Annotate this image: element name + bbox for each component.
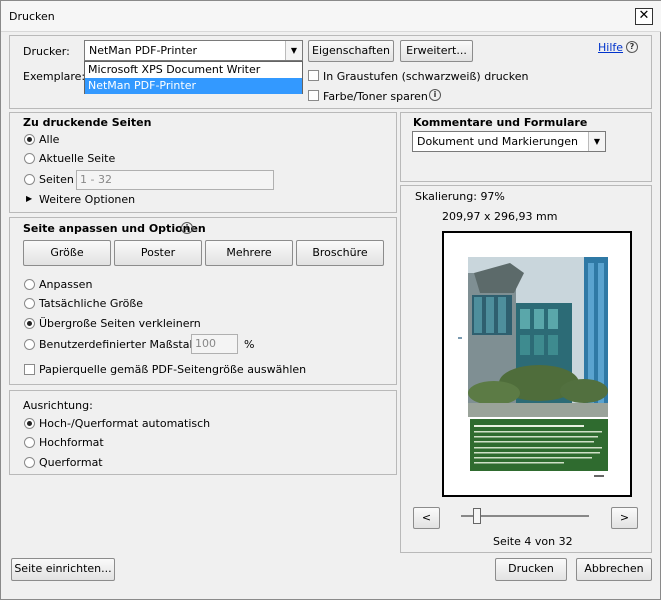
landscape-label: Querformat: [39, 456, 103, 469]
page-dimensions: 209,97 x 296,93 mm: [442, 210, 558, 223]
scale-label: Skalierung: 97%: [415, 190, 505, 203]
page-slider-thumb[interactable]: [473, 508, 481, 524]
title-bar: Drucken ✕: [1, 1, 661, 32]
all-pages-label: Alle: [39, 133, 60, 146]
orientation-heading: Ausrichtung:: [23, 399, 93, 412]
close-icon: ✕: [638, 8, 650, 23]
size-tab[interactable]: Größe: [23, 240, 111, 266]
close-button[interactable]: ✕: [635, 8, 653, 25]
comments-value: Dokument und Markierungen: [417, 135, 579, 148]
copies-label: Exemplare:: [23, 70, 86, 83]
page-range-radio[interactable]: [24, 174, 35, 185]
percent-label: %: [244, 338, 255, 351]
landscape-radio[interactable]: [24, 457, 35, 468]
current-page-label: Aktuelle Seite: [39, 152, 116, 165]
poster-tab[interactable]: Poster: [114, 240, 202, 266]
auto-orientation-label: Hoch-/Querformat automatisch: [39, 417, 211, 430]
fit-info-icon[interactable]: i: [181, 222, 193, 234]
expand-triangle-icon[interactable]: ▶: [26, 194, 32, 203]
paper-source-checkbox[interactable]: [24, 364, 35, 375]
window-title: Drucken: [9, 10, 55, 23]
printer-option-netman[interactable]: NetMan PDF-Printer: [85, 78, 302, 94]
fit-heading: Seite anpassen und Optionen: [23, 222, 206, 235]
current-page-radio[interactable]: [24, 153, 35, 164]
previous-page-button[interactable]: <: [413, 507, 440, 529]
toner-info-icon[interactable]: i: [429, 89, 441, 101]
shrink-label: Übergroße Seiten verkleinern: [39, 317, 201, 330]
chevron-left-icon: <: [421, 511, 432, 524]
properties-button[interactable]: Eigenschaften: [308, 40, 394, 62]
page-preview: [442, 231, 632, 497]
printer-option-xps[interactable]: Microsoft XPS Document Writer: [85, 62, 302, 78]
scale-text: Skalierung:: [415, 190, 477, 203]
help-link[interactable]: Hilfe: [598, 41, 623, 54]
page-range-input[interactable]: 1 - 32: [76, 170, 274, 190]
portrait-label: Hochformat: [39, 436, 104, 449]
save-toner-checkbox[interactable]: [308, 90, 319, 101]
printer-select[interactable]: NetMan PDF-Printer ▼: [84, 40, 303, 61]
actual-size-radio[interactable]: [24, 298, 35, 309]
cancel-button[interactable]: Abbrechen: [576, 558, 652, 581]
scale-value: 97%: [480, 190, 505, 203]
pages-heading: Zu druckende Seiten: [23, 116, 152, 129]
advanced-button[interactable]: Erweitert...: [400, 40, 473, 62]
print-dialog: Drucken ✕ Drucker: NetMan PDF-Printer ▼ …: [0, 0, 661, 600]
page-info: Seite 4 von 32: [493, 535, 573, 548]
multiple-tab[interactable]: Mehrere: [205, 240, 293, 266]
chevron-down-icon: ▼: [588, 132, 605, 151]
save-toner-label: Farbe/Toner sparen: [323, 90, 428, 103]
custom-scale-radio[interactable]: [24, 339, 35, 350]
printer-label: Drucker:: [23, 45, 70, 58]
printer-value: NetMan PDF-Printer: [89, 44, 198, 57]
more-options-label[interactable]: Weitere Optionen: [39, 193, 135, 206]
portrait-radio[interactable]: [24, 437, 35, 448]
printer-dropdown-list: Microsoft XPS Document Writer NetMan PDF…: [84, 61, 303, 94]
next-page-button[interactable]: >: [611, 507, 638, 529]
comments-heading: Kommentare und Formulare: [413, 116, 588, 129]
actual-size-label: Tatsächliche Größe: [39, 297, 144, 310]
paper-source-label: Papierquelle gemäß PDF-Seitengröße auswä…: [39, 363, 307, 376]
custom-scale-input[interactable]: 100: [191, 334, 238, 354]
fit-label: Anpassen: [39, 278, 93, 291]
help-icon[interactable]: ?: [626, 41, 638, 53]
booklet-tab[interactable]: Broschüre: [296, 240, 384, 266]
comments-select[interactable]: Dokument und Markierungen ▼: [412, 131, 606, 152]
all-pages-radio[interactable]: [24, 134, 35, 145]
auto-orientation-radio[interactable]: [24, 418, 35, 429]
chevron-down-icon: ▼: [285, 41, 302, 60]
chevron-right-icon: >: [619, 511, 630, 524]
custom-scale-label: Benutzerdefinierter Maßstab:: [39, 338, 201, 351]
grayscale-checkbox[interactable]: [308, 70, 319, 81]
fit-radio[interactable]: [24, 279, 35, 290]
page-range-label: Seiten: [39, 173, 74, 186]
grayscale-label: In Graustufen (schwarzweiß) drucken: [323, 70, 529, 83]
shrink-radio[interactable]: [24, 318, 35, 329]
print-button[interactable]: Drucken: [495, 558, 567, 581]
page-preview-image: [458, 257, 608, 477]
page-setup-button[interactable]: Seite einrichten...: [11, 558, 115, 581]
